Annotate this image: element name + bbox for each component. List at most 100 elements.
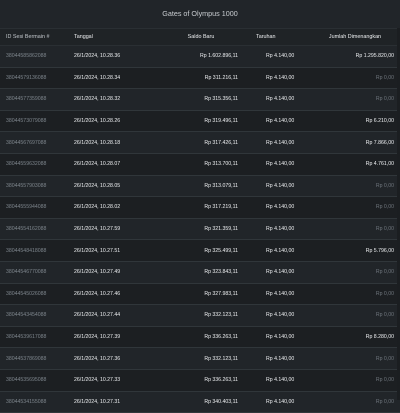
balance-cell: Rp 313.700,11 (164, 161, 252, 167)
table-row[interactable]: 3804455416208826/1/2024, 10.27.59Rp 321.… (0, 219, 400, 241)
table-row[interactable]: 3804454502608826/1/2024, 10.27.46Rp 327.… (0, 284, 400, 306)
history-table-body: 3804458586208826/1/2024, 10.28.36Rp 1.60… (0, 46, 400, 413)
game-id-cell[interactable]: 38044559632088 (0, 161, 68, 167)
win-cell: Rp 4.761,00 (326, 161, 400, 167)
table-row[interactable]: 3804454345408826/1/2024, 10.27.44Rp 332.… (0, 305, 400, 327)
bet-cell: Rp 4.140,00 (252, 96, 326, 102)
balance-cell: Rp 1.602.896,11 (164, 53, 252, 59)
table-header: ID Sesi Bermain # Tanggal Saldo Baru Tar… (0, 28, 400, 46)
date-cell: 26/1/2024, 10.27.44 (68, 312, 164, 318)
bet-cell: Rp 4.140,00 (252, 356, 326, 362)
game-id-cell[interactable]: 38044573079088 (0, 118, 68, 124)
header-game-id: ID Sesi Bermain # (0, 34, 68, 40)
table-row[interactable]: 3804453961708826/1/2024, 10.27.39Rp 336.… (0, 327, 400, 349)
balance-cell: Rp 327.983,11 (164, 291, 252, 297)
date-cell: 26/1/2024, 10.27.33 (68, 377, 164, 383)
balance-cell: Rp 325.499,11 (164, 248, 252, 254)
header-win: Jumlah Dimenangkan (316, 34, 400, 40)
win-cell: Rp 0,00 (326, 377, 400, 383)
balance-cell: Rp 313.079,11 (164, 183, 252, 189)
bet-cell: Rp 4.140,00 (252, 140, 326, 146)
bet-cell: Rp 4.140,00 (252, 377, 326, 383)
bet-cell: Rp 4.140,00 (252, 269, 326, 275)
game-id-cell[interactable]: 38044557903088 (0, 183, 68, 189)
header-balance: Saldo Baru (164, 34, 238, 40)
win-cell: Rp 6.210,00 (326, 118, 400, 124)
balance-cell: Rp 336.263,11 (164, 334, 252, 340)
win-cell: Rp 7.866,00 (326, 140, 400, 146)
game-id-cell[interactable]: 38044567697088 (0, 140, 68, 146)
win-cell: Rp 0,00 (326, 183, 400, 189)
game-id-cell[interactable]: 38044555944088 (0, 204, 68, 210)
win-cell: Rp 0,00 (326, 312, 400, 318)
date-cell: 26/1/2024, 10.28.18 (68, 140, 164, 146)
table-row[interactable]: 3804454841808826/1/2024, 10.27.51Rp 325.… (0, 240, 400, 262)
date-cell: 26/1/2024, 10.28.32 (68, 96, 164, 102)
game-id-cell[interactable]: 38044577359088 (0, 96, 68, 102)
game-id-cell[interactable]: 38044579136088 (0, 75, 68, 81)
date-cell: 26/1/2024, 10.28.26 (68, 118, 164, 124)
date-cell: 26/1/2024, 10.28.07 (68, 161, 164, 167)
win-cell: Rp 1.295.820,00 (326, 53, 400, 59)
bet-cell: Rp 4.140,00 (252, 334, 326, 340)
table-row[interactable]: 3804457735908826/1/2024, 10.28.32Rp 315.… (0, 89, 400, 111)
win-cell: Rp 0,00 (326, 269, 400, 275)
date-cell: 26/1/2024, 10.27.59 (68, 226, 164, 232)
bet-cell: Rp 4.140,00 (252, 75, 326, 81)
win-cell: Rp 0,00 (326, 96, 400, 102)
balance-cell: Rp 319.496,11 (164, 118, 252, 124)
table-row[interactable]: 3804457913608826/1/2024, 10.28.34Rp 311.… (0, 68, 400, 90)
game-id-cell[interactable]: 38044543454088 (0, 312, 68, 318)
date-cell: 26/1/2024, 10.27.36 (68, 356, 164, 362)
date-cell: 26/1/2024, 10.28.34 (68, 75, 164, 81)
win-cell: Rp 0,00 (326, 291, 400, 297)
date-cell: 26/1/2024, 10.27.51 (68, 248, 164, 254)
bet-cell: Rp 4.140,00 (252, 161, 326, 167)
win-cell: Rp 0,00 (326, 356, 400, 362)
win-cell: Rp 0,00 (326, 75, 400, 81)
bet-cell: Rp 4.140,00 (252, 118, 326, 124)
game-id-cell[interactable]: 38044545026088 (0, 291, 68, 297)
table-row[interactable]: 3804455594408826/1/2024, 10.28.02Rp 317.… (0, 197, 400, 219)
balance-cell: Rp 311.216,11 (164, 75, 252, 81)
table-row[interactable]: 3804455963208826/1/2024, 10.28.07Rp 313.… (0, 154, 400, 176)
balance-cell: Rp 332.123,11 (164, 312, 252, 318)
bet-cell: Rp 4.140,00 (252, 183, 326, 189)
date-cell: 26/1/2024, 10.28.05 (68, 183, 164, 189)
game-id-cell[interactable]: 38044554162088 (0, 226, 68, 232)
table-row[interactable]: 3804454677008826/1/2024, 10.27.49Rp 323.… (0, 262, 400, 284)
table-row[interactable]: 3804453415508826/1/2024, 10.27.31Rp 340.… (0, 392, 400, 413)
header-bet: Taruhan (238, 34, 316, 40)
win-cell: Rp 8.280,00 (326, 334, 400, 340)
balance-cell: Rp 323.843,11 (164, 269, 252, 275)
date-cell: 26/1/2024, 10.28.02 (68, 204, 164, 210)
game-id-cell[interactable]: 38044585862088 (0, 53, 68, 59)
bet-cell: Rp 4.140,00 (252, 291, 326, 297)
table-row[interactable]: 3804453786908826/1/2024, 10.27.36Rp 332.… (0, 348, 400, 370)
bet-cell: Rp 4.140,00 (252, 226, 326, 232)
win-cell: Rp 5.796,00 (326, 248, 400, 254)
game-id-cell[interactable]: 38044539617088 (0, 334, 68, 340)
balance-cell: Rp 317.219,11 (164, 204, 252, 210)
table-row[interactable]: 3804455790308826/1/2024, 10.28.05Rp 313.… (0, 176, 400, 198)
header-date: Tanggal (68, 34, 164, 40)
game-title: Gates of Olympus 1000 (0, 0, 400, 28)
game-id-cell[interactable]: 38044548418088 (0, 248, 68, 254)
table-row[interactable]: 3804456769708826/1/2024, 10.28.18Rp 317.… (0, 132, 400, 154)
win-cell: Rp 0,00 (326, 204, 400, 210)
balance-cell: Rp 332.123,11 (164, 356, 252, 362)
history-window: Gates of Olympus 1000 ID Sesi Bermain # … (0, 0, 400, 400)
balance-cell: Rp 315.356,11 (164, 96, 252, 102)
game-id-cell[interactable]: 38044537869088 (0, 356, 68, 362)
bet-cell: Rp 4.140,00 (252, 204, 326, 210)
win-cell: Rp 0,00 (326, 226, 400, 232)
table-row[interactable]: 3804453569508826/1/2024, 10.27.33Rp 336.… (0, 370, 400, 392)
table-row[interactable]: 3804457307908826/1/2024, 10.28.26Rp 319.… (0, 111, 400, 133)
table-row[interactable]: 3804458586208826/1/2024, 10.28.36Rp 1.60… (0, 46, 400, 68)
game-id-cell[interactable]: 38044546770088 (0, 269, 68, 275)
date-cell: 26/1/2024, 10.27.49 (68, 269, 164, 275)
date-cell: 26/1/2024, 10.27.46 (68, 291, 164, 297)
balance-cell: Rp 321.359,11 (164, 226, 252, 232)
bet-cell: Rp 4.140,00 (252, 312, 326, 318)
game-id-cell[interactable]: 38044535695088 (0, 377, 68, 383)
